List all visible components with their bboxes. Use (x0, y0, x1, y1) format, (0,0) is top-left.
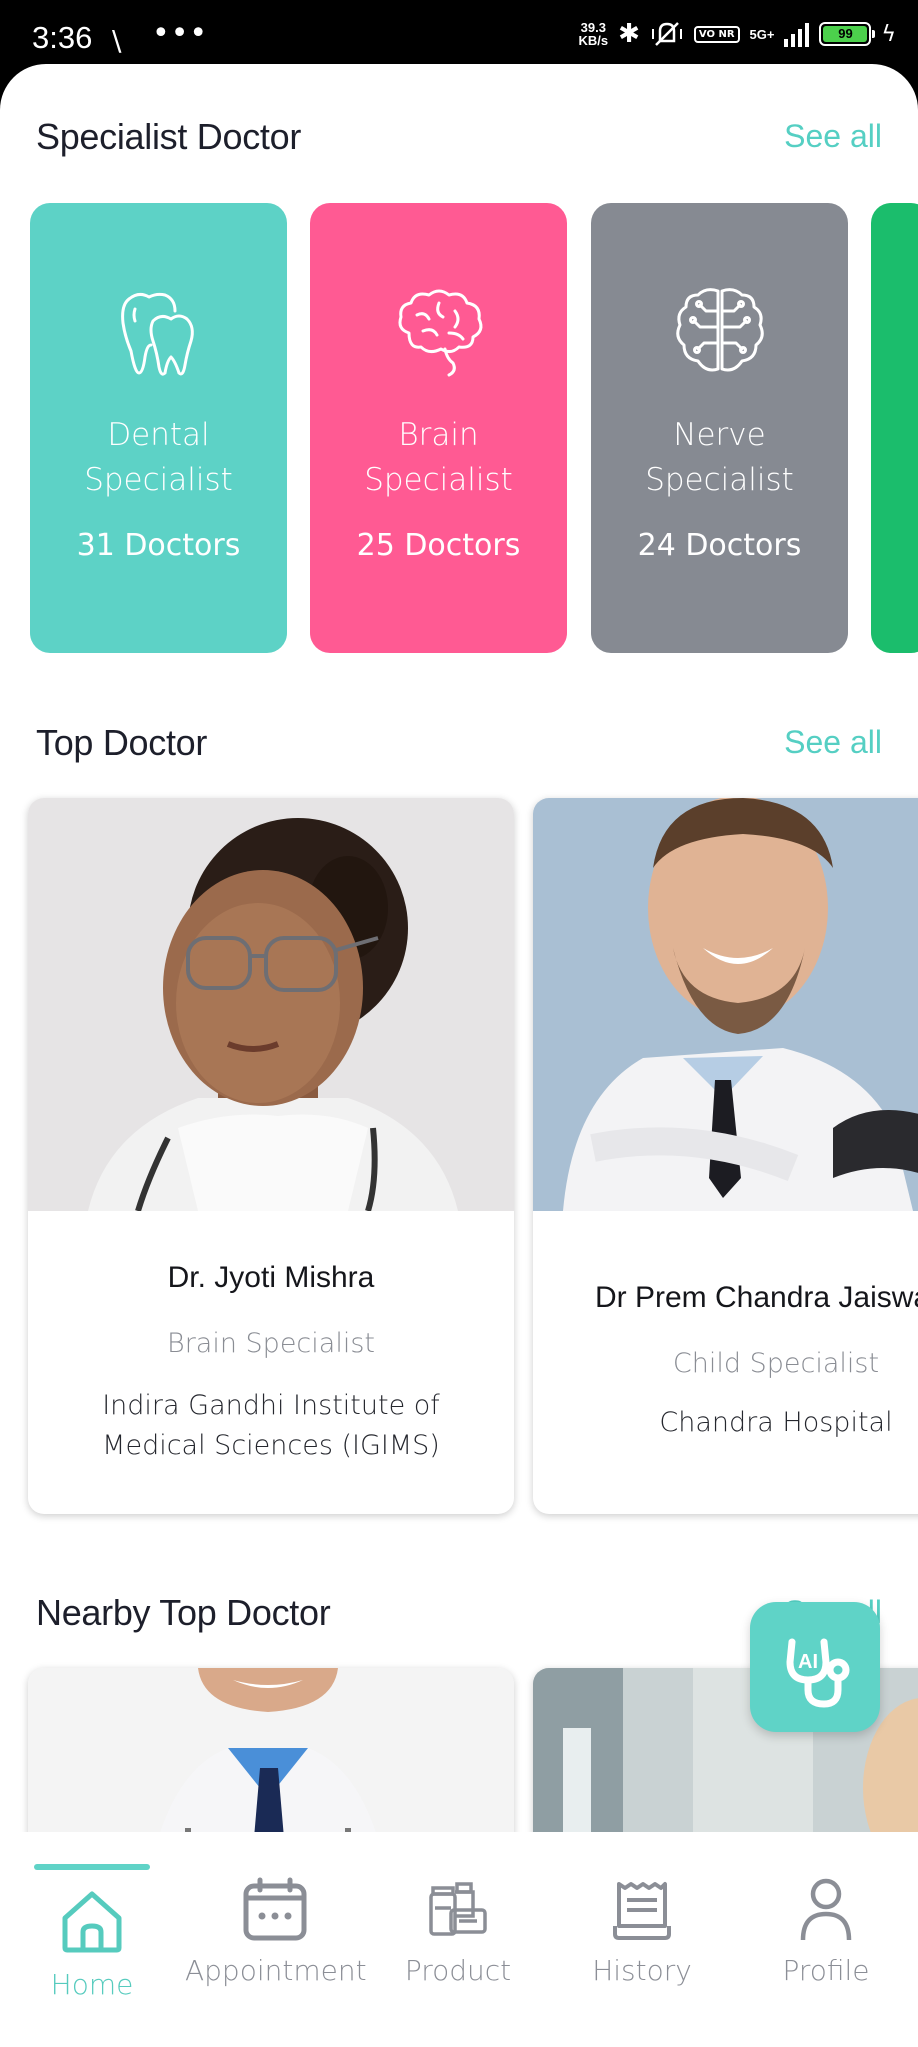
nav-item-home[interactable]: Home (2, 1886, 182, 2001)
doctor-specialty: Brain Specialist (167, 1328, 375, 1359)
nav-label-appointment: Appointment (185, 1954, 367, 1987)
brain-icon (398, 289, 482, 377)
specialist-doctor-count: 25 Doctors (356, 528, 521, 563)
specialist-card-brain[interactable]: Brain Specialist 25 Doctors (310, 203, 567, 653)
more-notifications-icon: ••• (152, 16, 209, 51)
tooth-icon (120, 292, 194, 376)
top-doctor-section-title: Top Doctor (36, 722, 208, 763)
nav-item-product[interactable]: Product (368, 1876, 548, 1987)
profile-icon (800, 1878, 852, 1941)
doctor-photo (533, 798, 918, 1211)
battery-level: 99 (823, 26, 868, 42)
doctor-name: Dr Prem Chandra Jaiswal (595, 1281, 918, 1314)
ai-assistant-button[interactable]: AI (750, 1602, 880, 1732)
network-type: 5G+ (749, 26, 775, 42)
doctor-photo (28, 798, 514, 1211)
specialist-name: Nerve Specialist (645, 417, 794, 498)
specialist-name: Brain Specialist (364, 417, 513, 498)
status-time: 3:36 (32, 20, 93, 55)
doctor-card[interactable]: Dr. Jyoti Mishra Brain Specialist Indira… (28, 798, 514, 1514)
specialist-see-all-link[interactable]: See all (784, 118, 882, 155)
doctor-specialty: Child Specialist (672, 1348, 880, 1379)
nav-item-history[interactable]: History (552, 1876, 732, 1987)
specialist-card-partial[interactable] (871, 203, 918, 653)
signal-bars-icon (784, 21, 810, 47)
doctor-hospital: Chandra Hospital (659, 1407, 893, 1438)
home-icon (62, 1891, 122, 1953)
medicine-bottles-icon (429, 1882, 487, 1936)
doctor-hospital: Indira Gandhi Institute of Medical Scien… (102, 1390, 440, 1461)
specialist-card-dental[interactable]: Dental Specialist 31 Doctors (30, 203, 287, 653)
nearby-section-title: Nearby Top Doctor (36, 1592, 331, 1633)
top-doctor-see-all-link[interactable]: See all (784, 724, 882, 761)
mute-vibrate-icon (651, 22, 682, 46)
doctor-name: Dr. Jyoti Mishra (167, 1261, 375, 1294)
calendar-icon (243, 1877, 307, 1941)
doctor-card[interactable]: Dr Prem Chandra Jaiswal Child Specialist… (533, 798, 918, 1514)
nearby-doctor-card[interactable] (28, 1668, 514, 1832)
nerve-brain-icon (675, 288, 764, 372)
nav-label-product: Product (404, 1954, 512, 1987)
bluetooth-icon: ✱ (618, 19, 640, 49)
nav-item-appointment[interactable]: Appointment (185, 1876, 367, 1987)
specialist-section-title: Specialist Doctor (36, 116, 302, 157)
nav-label-history: History (592, 1954, 692, 1987)
signal-activity-icon: \ (112, 24, 122, 57)
specialist-doctor-count: 31 Doctors (76, 528, 241, 563)
battery-icon: 99 (819, 22, 876, 46)
nav-label-profile: Profile (782, 1954, 870, 1987)
charging-icon: ϟ (881, 21, 896, 47)
status-bar: 3:36 \ ••• 39.3 KB/s ✱ VO NR 5G+ 99 ϟ (0, 0, 918, 66)
nav-label-home: Home (50, 1968, 134, 2001)
vo-nr-badge: VO NR (693, 25, 740, 43)
bottom-navigation: Home Appointment Product History Profile (0, 1832, 918, 2047)
svg-text:AI: AI (798, 1651, 818, 1673)
ai-stethoscope-icon: AI (786, 1638, 850, 1708)
specialist-doctor-count: 24 Doctors (637, 528, 802, 563)
status-icons: 39.3 KB/s ✱ VO NR 5G+ 99 ϟ (579, 16, 897, 52)
home-content[interactable]: Specialist Doctor See all Dental Special… (0, 64, 918, 1832)
specialist-name: Dental Specialist (84, 417, 233, 498)
active-tab-indicator (34, 1864, 150, 1870)
history-document-icon (613, 1882, 671, 1940)
network-speed: 39.3 KB/s (578, 20, 609, 48)
doctor-photo (28, 1668, 514, 1832)
specialist-card-nerve[interactable]: Nerve Specialist 24 Doctors (591, 203, 848, 653)
nav-item-profile[interactable]: Profile (736, 1876, 916, 1987)
